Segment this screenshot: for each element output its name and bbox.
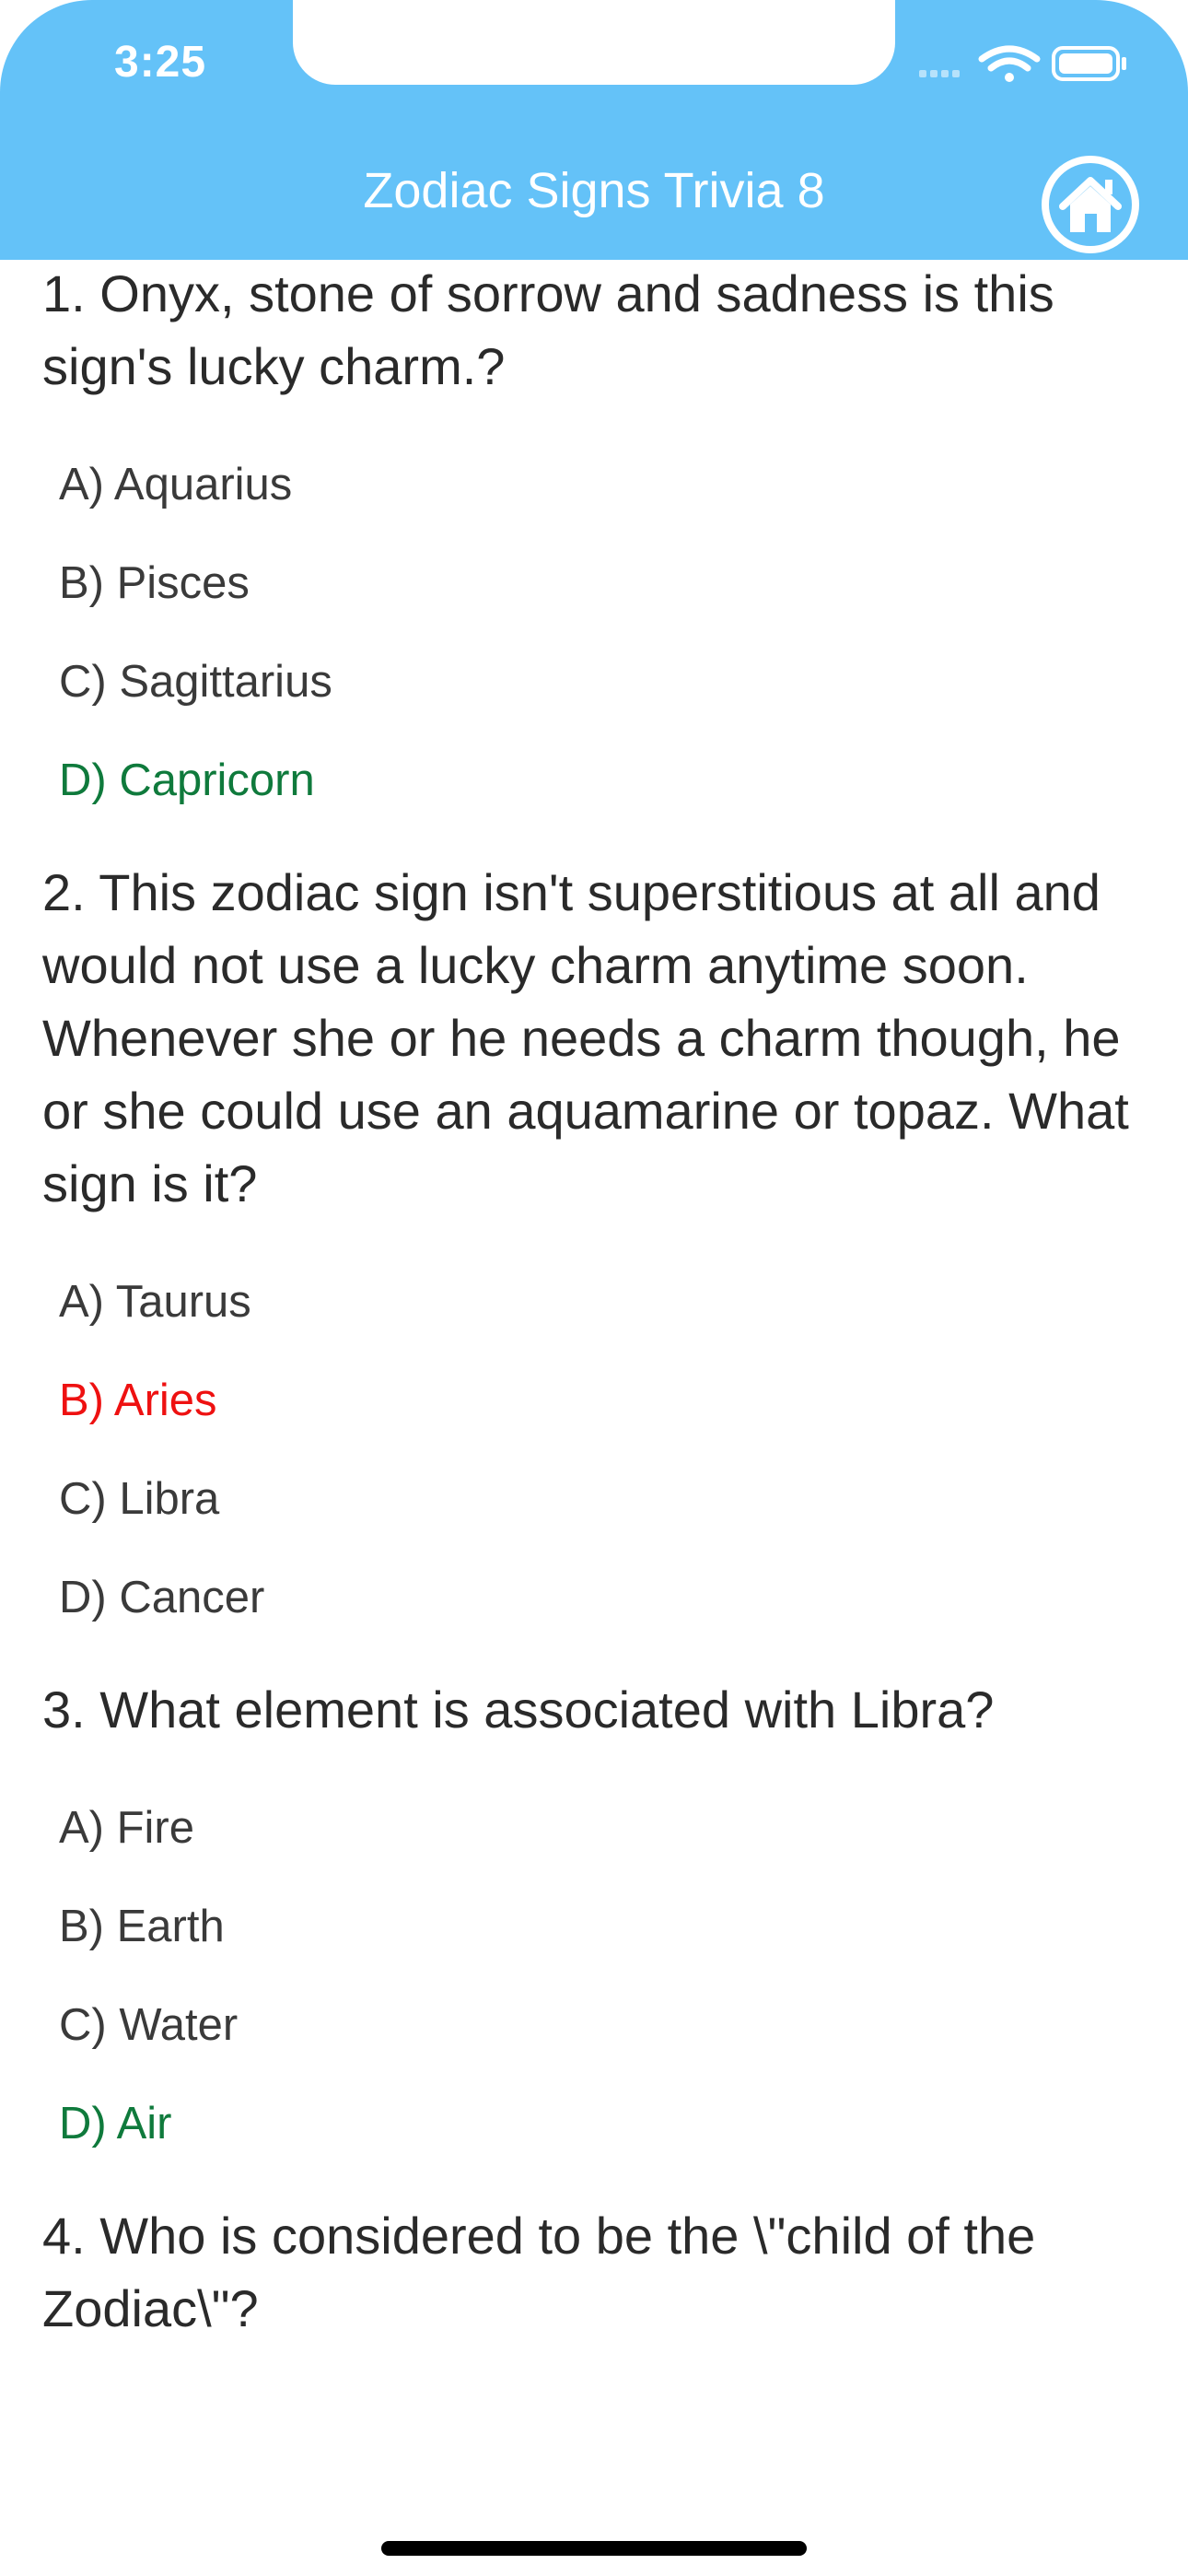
question-block: 4. Who is considered to be the \"child o… [0, 2199, 1188, 2345]
answer-options: A) Taurus B) Aries C) Libra D) Cancer [0, 1253, 1188, 1647]
answer-option-c[interactable]: C) Sagittarius [59, 633, 1188, 732]
home-button[interactable] [1039, 155, 1186, 254]
question-text: 4. Who is considered to be the \"child o… [42, 2207, 1036, 2337]
answer-option-b[interactable]: B) Earth [59, 1878, 1188, 1976]
navigation-header: 3:25 Zodiac Signs Trivia 8 [0, 0, 1188, 260]
answer-option-b[interactable]: B) Pisces [59, 534, 1188, 633]
home-indicator[interactable] [381, 2541, 807, 2556]
answer-option-d[interactable]: D) Air [59, 2075, 1188, 2173]
status-icons [915, 42, 1136, 88]
device-notch [293, 0, 895, 85]
question-text: 2. This zodiac sign isn't superstitious … [42, 863, 1129, 1212]
question-text: 3. What element is associated with Libra… [42, 1680, 995, 1739]
answer-option-a[interactable]: A) Taurus [59, 1253, 1188, 1352]
question-block: 2. This zodiac sign isn't superstitious … [0, 856, 1188, 1647]
answer-option-c[interactable]: C) Water [59, 1976, 1188, 2075]
answer-option-a[interactable]: A) Aquarius [59, 436, 1188, 534]
home-icon [1042, 156, 1139, 253]
answer-option-b[interactable]: B) Aries [59, 1352, 1188, 1450]
answer-option-d[interactable]: D) Cancer [59, 1549, 1188, 1647]
status-time: 3:25 [114, 38, 207, 87]
answer-option-c[interactable]: C) Libra [59, 1450, 1188, 1549]
page-title: Zodiac Signs Trivia 8 [363, 163, 825, 218]
question-block: 3. What element is associated with Libra… [0, 1673, 1188, 2173]
cellular-signal-icon [919, 70, 960, 77]
answer-option-d[interactable]: D) Capricorn [59, 732, 1188, 830]
question-block: 1. Onyx, stone of sorrow and sadness is … [0, 257, 1188, 830]
answer-options: A) Fire B) Earth C) Water D) Air [0, 1779, 1188, 2173]
answer-options: A) Aquarius B) Pisces C) Sagittarius D) … [0, 436, 1188, 830]
answer-option-a[interactable]: A) Fire [59, 1779, 1188, 1878]
screen-corner-left [0, 0, 92, 92]
question-list: 1. Onyx, stone of sorrow and sadness is … [0, 260, 1188, 2371]
battery-icon [1052, 46, 1126, 81]
wifi-icon [978, 45, 1041, 82]
question-text: 1. Onyx, stone of sorrow and sadness is … [42, 264, 1054, 395]
